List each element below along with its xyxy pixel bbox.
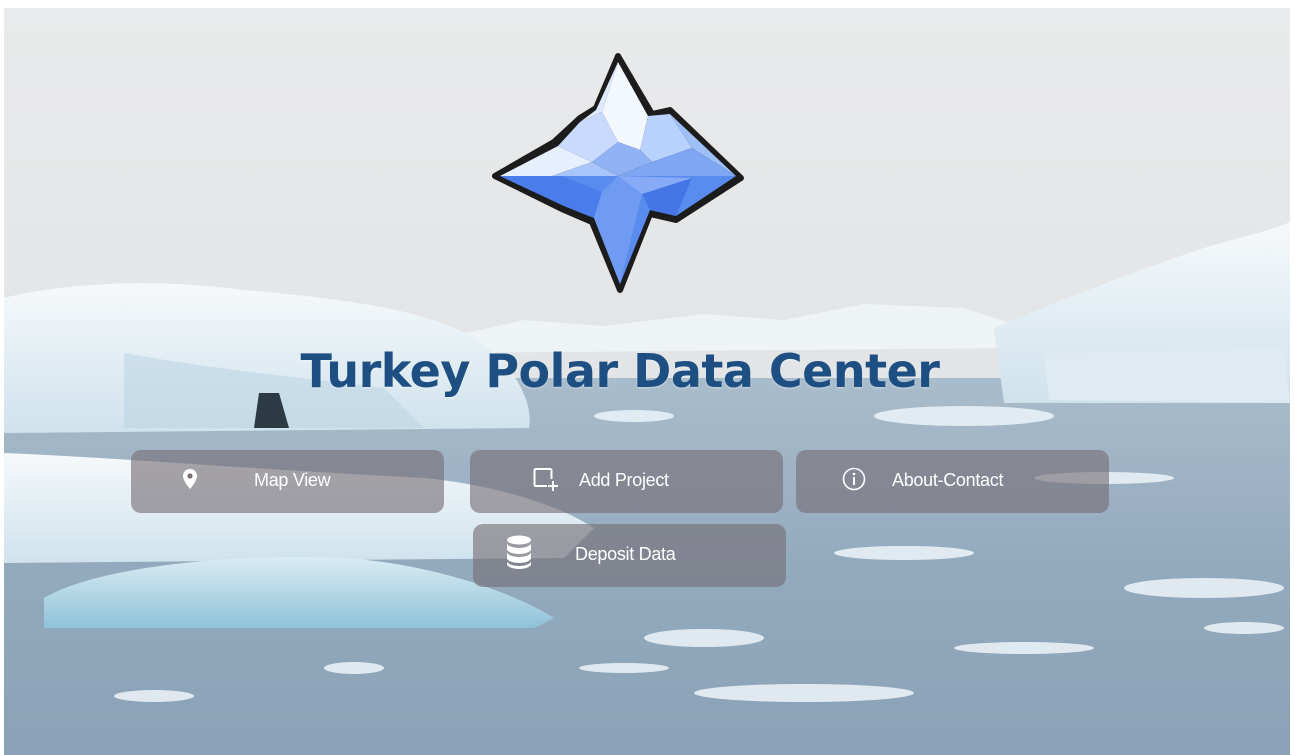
add-project-label: Add Project bbox=[579, 470, 669, 490]
deposit-data-button[interactable]: Deposit Data bbox=[473, 524, 786, 587]
site-title: Turkey Polar Data Center bbox=[300, 344, 941, 398]
map-view-label: Map View bbox=[254, 470, 331, 490]
add-project-icon bbox=[533, 464, 559, 494]
map-pin-icon bbox=[177, 464, 203, 494]
database-icon bbox=[506, 535, 532, 569]
iceberg-logo-icon bbox=[492, 52, 744, 294]
info-circle-icon bbox=[841, 464, 867, 494]
about-contact-label: About-Contact bbox=[892, 470, 1004, 490]
add-project-button[interactable]: Add Project bbox=[470, 450, 783, 513]
deposit-data-label: Deposit Data bbox=[575, 544, 676, 564]
map-view-button[interactable]: Map View bbox=[131, 450, 444, 513]
about-contact-button[interactable]: About-Contact bbox=[796, 450, 1109, 513]
landing-page: Turkey Polar Data Center Map View Add Pr… bbox=[0, 0, 1295, 755]
